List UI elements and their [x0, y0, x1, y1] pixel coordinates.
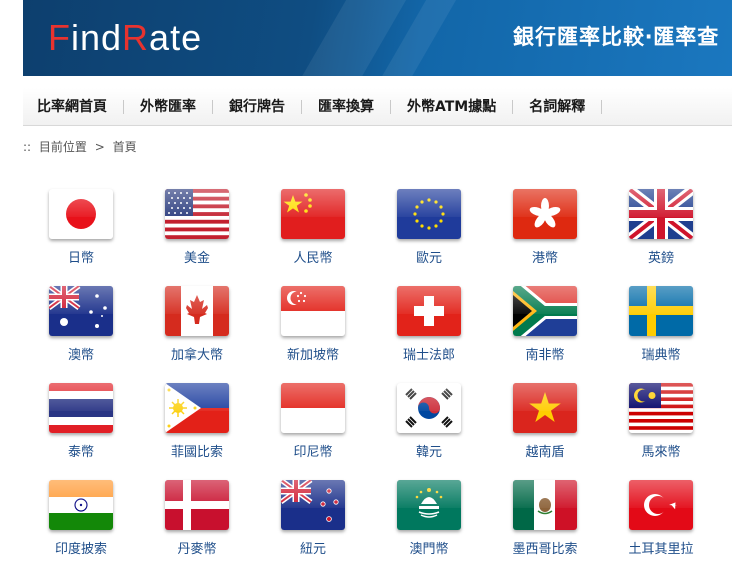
logo-text-ate: ate	[149, 17, 203, 58]
currency-item-try[interactable]: 土耳其里拉	[603, 480, 719, 570]
currency-item-aud[interactable]: 澳幣	[23, 286, 139, 376]
breadcrumb-separator: >	[94, 140, 105, 154]
switzerland-flag-icon	[397, 286, 461, 336]
currency-label: 加拿大幣	[170, 348, 223, 363]
indonesia-flag-icon	[281, 383, 345, 433]
currency-label: 越南盾	[525, 445, 565, 460]
site-slogan: 銀行匯率比較‧匯率查	[513, 25, 720, 49]
currency-item-mxn[interactable]: 墨西哥比索	[487, 480, 603, 570]
india-flag-icon	[49, 480, 113, 530]
findrate-logo[interactable]: FindRate	[48, 16, 202, 60]
breadcrumb: :: 目前位置 > 首頁	[23, 140, 137, 154]
canada-flag-icon	[165, 286, 229, 336]
header-banner: FindRate 銀行匯率比較‧匯率查	[23, 0, 732, 76]
currency-item-idr[interactable]: 印尼幣	[255, 383, 371, 473]
currency-item-jpy[interactable]: 日幣	[23, 189, 139, 279]
currency-item-myr[interactable]: 馬來幣	[603, 383, 719, 473]
korea-flag-icon	[397, 383, 461, 433]
currency-item-sgd[interactable]: 新加坡幣	[255, 286, 371, 376]
currency-label: 土耳其里拉	[628, 542, 694, 557]
currency-label: 日幣	[67, 251, 94, 266]
currency-item-php[interactable]: 菲國比索	[139, 383, 255, 473]
currency-label: 澳門幣	[409, 542, 449, 557]
currency-label: 馬來幣	[641, 445, 681, 460]
currency-item-nzd[interactable]: 紐元	[255, 480, 371, 570]
currency-label: 美金	[183, 251, 210, 266]
currency-label: 泰幣	[67, 445, 94, 460]
breadcrumb-prefix: ::	[23, 140, 32, 154]
nav-item-glossary[interactable]: 名詞解釋	[513, 88, 601, 126]
singapore-flag-icon	[281, 286, 345, 336]
vietnam-flag-icon	[513, 383, 577, 433]
thailand-flag-icon	[49, 383, 113, 433]
breadcrumb-label: 目前位置	[38, 140, 87, 154]
breadcrumb-home-link[interactable]: 首頁	[113, 140, 137, 154]
nav-item-converter[interactable]: 匯率換算	[302, 88, 390, 126]
currency-item-chf[interactable]: 瑞士法郎	[371, 286, 487, 376]
currency-item-sek[interactable]: 瑞典幣	[603, 286, 719, 376]
currency-item-dkk[interactable]: 丹麥幣	[139, 480, 255, 570]
currency-label: 英鎊	[647, 251, 674, 266]
eu-flag-icon	[397, 189, 461, 239]
currency-item-inr[interactable]: 印度披索	[23, 480, 139, 570]
currency-label: 澳幣	[67, 348, 94, 363]
currency-label: 紐元	[299, 542, 326, 557]
currency-item-usd[interactable]: 美金	[139, 189, 255, 279]
nav-item-bank-rates[interactable]: 銀行牌告	[213, 88, 301, 126]
mexico-flag-icon	[513, 480, 577, 530]
nav-item-forex-rates[interactable]: 外幣匯率	[124, 88, 212, 126]
malaysia-flag-icon	[629, 383, 693, 433]
newzealand-flag-icon	[281, 480, 345, 530]
denmark-flag-icon	[165, 480, 229, 530]
currency-item-cny[interactable]: 人民幣	[255, 189, 371, 279]
currency-item-vnd[interactable]: 越南盾	[487, 383, 603, 473]
nav-item-atm-locations[interactable]: 外幣ATM據點	[391, 88, 512, 126]
currency-label: 瑞士法郎	[402, 348, 455, 363]
southafrica-flag-icon	[513, 286, 577, 336]
currency-label: 印尼幣	[293, 445, 333, 460]
currency-item-gbp[interactable]: 英鎊	[603, 189, 719, 279]
philippines-flag-icon	[165, 383, 229, 433]
currency-label: 菲國比索	[170, 445, 223, 460]
macau-flag-icon	[397, 480, 461, 530]
nav-item-home[interactable]: 比率網首頁	[23, 88, 123, 126]
currency-item-cad[interactable]: 加拿大幣	[139, 286, 255, 376]
currency-label: 印度披索	[54, 542, 107, 557]
currency-label: 南非幣	[525, 348, 565, 363]
japan-flag-icon	[49, 189, 113, 239]
currency-item-mop[interactable]: 澳門幣	[371, 480, 487, 570]
logo-text-ind: ind	[71, 17, 123, 58]
logo-letter-r: R	[122, 17, 150, 58]
china-flag-icon	[281, 189, 345, 239]
currency-label: 新加坡幣	[286, 348, 339, 363]
uk-flag-icon	[629, 189, 693, 239]
currency-item-zar[interactable]: 南非幣	[487, 286, 603, 376]
hongkong-flag-icon	[513, 189, 577, 239]
sweden-flag-icon	[629, 286, 693, 336]
currency-item-thb[interactable]: 泰幣	[23, 383, 139, 473]
currency-label: 歐元	[415, 251, 442, 266]
currency-label: 人民幣	[293, 251, 333, 266]
usa-flag-icon	[165, 189, 229, 239]
currency-item-hkd[interactable]: 港幣	[487, 189, 603, 279]
currency-label: 丹麥幣	[177, 542, 217, 557]
currency-label: 韓元	[415, 445, 442, 460]
main-nav: 比率網首頁 外幣匯率 銀行牌告 匯率換算 外幣ATM據點 名詞解釋	[23, 88, 732, 126]
currency-label: 瑞典幣	[641, 348, 681, 363]
australia-flag-icon	[49, 286, 113, 336]
nav-divider	[601, 99, 603, 114]
turkey-flag-icon	[629, 480, 693, 530]
currency-item-eur[interactable]: 歐元	[371, 189, 487, 279]
logo-letter-f: F	[48, 17, 71, 58]
currency-label: 港幣	[531, 251, 558, 266]
currency-item-krw[interactable]: 韓元	[371, 383, 487, 473]
currency-label: 墨西哥比索	[512, 542, 578, 557]
